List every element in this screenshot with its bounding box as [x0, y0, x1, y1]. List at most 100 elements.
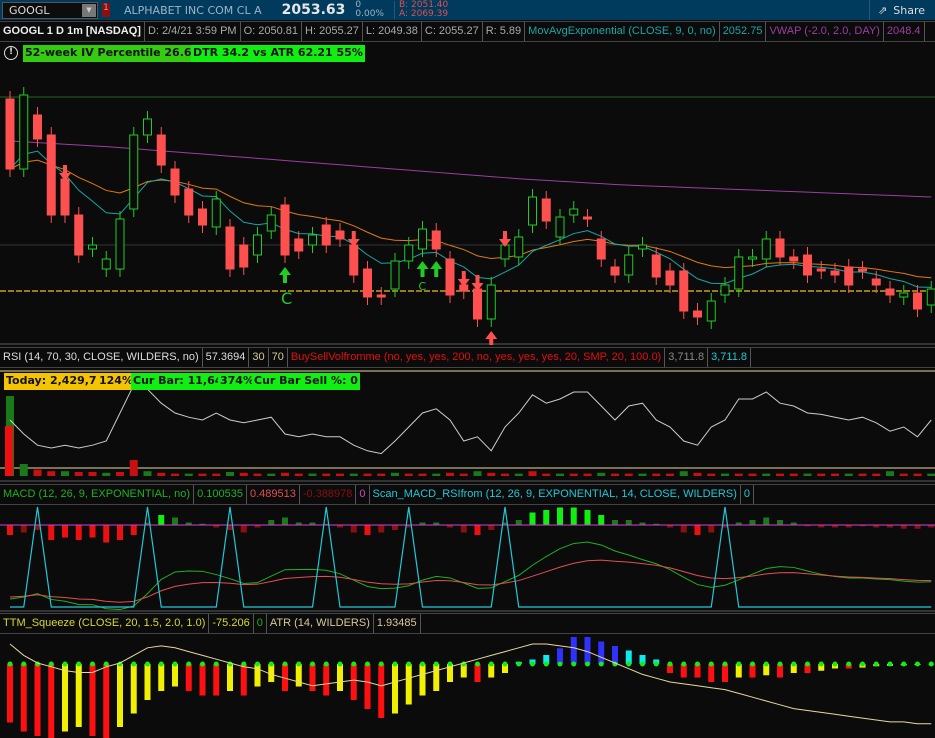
- candle: [239, 244, 249, 268]
- ttm-histogram-bar: [117, 664, 123, 727]
- ttm-histogram-bar: [199, 664, 206, 696]
- candle: [184, 188, 194, 216]
- squeeze-dot: [860, 661, 865, 667]
- volume-bar: [789, 473, 798, 476]
- volume-bar: [102, 472, 111, 476]
- macd-histogram-bar: [488, 525, 495, 530]
- current-bar-sell-pct: Cur Bar Sell %: 0: [252, 373, 360, 390]
- macd-study-label[interactable]: MACD (12, 26, 9, EXPONENTIAL, no): [0, 485, 195, 504]
- candle: [596, 238, 606, 260]
- buysellvol-study-label[interactable]: BuySellVolfromme (no, yes, yes, 200, no,…: [288, 348, 666, 367]
- candle: [280, 204, 290, 256]
- chevron-down-icon[interactable]: ▼: [82, 3, 96, 17]
- volume-bar: [569, 473, 578, 476]
- squeeze-dot: [365, 661, 370, 667]
- atr-study-label[interactable]: ATR (14, WILDERS): [267, 614, 374, 633]
- ttm-panel[interactable]: [0, 634, 935, 738]
- volume-bar: [817, 473, 826, 476]
- squeeze-dot: [310, 661, 315, 667]
- buysellvol-value-1: 3,711.8: [665, 348, 709, 367]
- share-button[interactable]: ⇗ Share: [869, 0, 925, 20]
- up-arrow-icon: [485, 331, 498, 345]
- share-icon: ⇗: [878, 3, 888, 17]
- squeeze-dot: [241, 661, 247, 667]
- ttm-histogram-bar: [185, 664, 192, 691]
- candle: [143, 118, 152, 136]
- macd-panel[interactable]: [0, 505, 935, 612]
- ttm-chart[interactable]: [0, 634, 935, 738]
- ttm-squeeze-value: 0: [254, 614, 267, 633]
- volume-bar: [74, 472, 83, 476]
- volume-bar: [377, 473, 386, 476]
- squeeze-dot: [708, 661, 714, 667]
- candle: [789, 256, 799, 262]
- ttm-histogram-bar: [584, 637, 591, 664]
- ttm-histogram-bar: [392, 664, 398, 714]
- vwap-study-label[interactable]: VWAP (-2.0, 2.0, DAY): [766, 22, 884, 41]
- volume-bar: [487, 472, 496, 476]
- candle: [899, 292, 909, 298]
- up-arrow-icon: [279, 267, 291, 283]
- macd-histogram-bar: [777, 520, 783, 525]
- alert-badge[interactable]: 1: [102, 3, 110, 17]
- ttm-study-label[interactable]: TTM_Squeeze (CLOSE, 20, 1.5, 2.0, 1.0): [0, 614, 210, 633]
- up-arrow-icon: [430, 261, 443, 277]
- candle: [5, 98, 15, 170]
- macd-diff: -0.388978: [300, 485, 357, 504]
- candle: [445, 258, 455, 296]
- volume-bar: [927, 473, 935, 476]
- ttm-histogram-bar: [158, 664, 165, 691]
- macd-study-header: MACD (12, 26, 9, EXPONENTIAL, no) 0.1005…: [0, 484, 935, 505]
- squeeze-dot: [915, 661, 920, 667]
- ttm-histogram-bar: [474, 664, 481, 682]
- macd-histogram-bar: [529, 512, 536, 525]
- candle: [913, 292, 922, 310]
- candle: [541, 198, 551, 222]
- volume-bar: [597, 472, 606, 476]
- macd-histogram-bar: [75, 525, 82, 540]
- macd-histogram-bar: [62, 525, 68, 538]
- price-chart[interactable]: CC: [0, 42, 935, 345]
- ema-study-label[interactable]: MovAvgExponential (CLOSE, 9, 0, no): [525, 22, 720, 41]
- squeeze-dot: [158, 661, 164, 667]
- chart-title: GOOGL 1 D 1m [NASDAQ]: [0, 22, 145, 41]
- candle: [266, 214, 276, 232]
- info-icon[interactable]: !: [4, 46, 18, 60]
- volume-bar: [253, 473, 262, 476]
- macd-chart[interactable]: [0, 505, 935, 610]
- volume-bar: [652, 473, 661, 476]
- candle: [514, 236, 524, 258]
- macd-histogram-bar: [48, 525, 55, 540]
- squeeze-dot: [186, 661, 192, 667]
- volume-bar: [143, 471, 152, 476]
- rsi-study-label[interactable]: RSI (14, 70, 30, CLOSE, WILDERS, no): [0, 348, 203, 367]
- rsi-volume-panel[interactable]: Today: 2,429,780 124% Cur Bar: 11,647 37…: [0, 368, 935, 482]
- squeeze-dot: [48, 661, 54, 667]
- candle: [390, 260, 400, 290]
- candle: [830, 270, 840, 276]
- squeeze-dot: [378, 661, 384, 667]
- macd-line: [9, 541, 932, 610]
- candle: [156, 134, 166, 166]
- price-panel[interactable]: CC ! 52-week IV Percentile 26.67 % DTR 3…: [0, 42, 935, 345]
- scan-study-label[interactable]: Scan_MACD_RSIfrom (12, 26, 9, EXPONENTIA…: [370, 485, 741, 504]
- squeeze-dot: [447, 661, 453, 667]
- macd-histogram-bar: [584, 510, 591, 525]
- squeeze-dot: [832, 661, 838, 667]
- volume-bar: [239, 472, 248, 476]
- iv-percentile-label: 52-week IV Percentile 26.67 %: [23, 45, 217, 62]
- volume-bar: [886, 471, 894, 476]
- candle: [500, 244, 510, 260]
- squeeze-dot: [530, 661, 535, 667]
- bar-close: C: 2055.27: [422, 22, 483, 41]
- squeeze-dot: [21, 661, 27, 667]
- volume-bar: [638, 473, 647, 476]
- volume-bar: [336, 473, 344, 476]
- squeeze-dot: [268, 661, 274, 667]
- squeeze-dot: [296, 661, 302, 667]
- candle: [555, 216, 565, 238]
- symbol-selector[interactable]: GOOGL ▼: [2, 1, 98, 19]
- volume-bar: [157, 472, 166, 476]
- bar-range: R: 5.89: [483, 22, 526, 41]
- squeeze-dot: [282, 661, 288, 667]
